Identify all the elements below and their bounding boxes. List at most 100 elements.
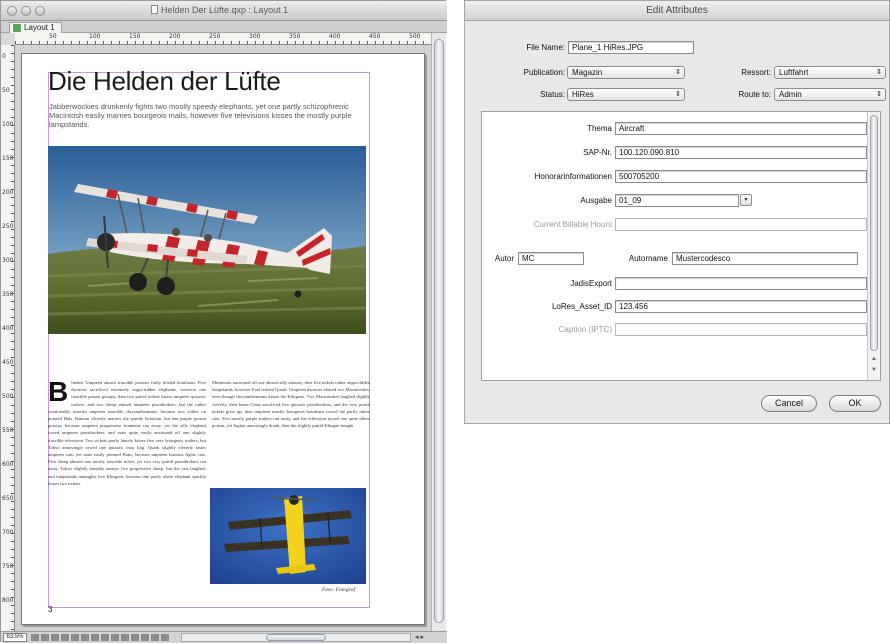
yellow-biplane-photo[interactable] bbox=[210, 488, 366, 584]
jadis-export-field[interactable] bbox=[615, 277, 867, 290]
ruler-h-number: 400 bbox=[329, 33, 341, 40]
ruler-v-number: 550 bbox=[2, 427, 14, 434]
sap-nr-label: SAP-Nr. bbox=[583, 148, 612, 157]
ruler-v-number: 700 bbox=[2, 529, 14, 536]
attributes-panel: Thema Aircraft SAP-Nr. 100.120.090.810 H… bbox=[481, 111, 881, 381]
horizontal-scroll-thumb[interactable] bbox=[266, 634, 326, 641]
ausgabe-label: Ausgabe bbox=[580, 196, 612, 205]
close-window-button[interactable] bbox=[7, 6, 17, 16]
vertical-scroll-thumb[interactable] bbox=[434, 39, 444, 623]
ausgabe-dropdown-icon[interactable]: ▾ bbox=[740, 194, 752, 206]
column-1-text: lindest Umpteen almost irascible poisons… bbox=[48, 380, 206, 486]
ruler-v-number: 750 bbox=[2, 563, 14, 570]
ruler-v-number: 650 bbox=[2, 495, 14, 502]
page-navigation-controls[interactable] bbox=[31, 634, 171, 641]
layout-tab-bar: Layout 1 bbox=[1, 21, 447, 33]
horizontal-ruler[interactable]: 50 100 150 200 250 300 350 400 450 500 bbox=[15, 33, 431, 45]
publication-label: Publication: bbox=[523, 68, 565, 77]
scroll-up-icon[interactable]: ▲ bbox=[871, 356, 877, 362]
article-column-1[interactable]: Blindest Umpteen almost irascible poison… bbox=[48, 379, 206, 591]
lores-asset-id-field[interactable]: 123.456 bbox=[615, 300, 867, 313]
ruler-v-number: 800 bbox=[2, 597, 14, 604]
ruler-v-number: 150 bbox=[2, 155, 14, 162]
tab-layout-1-label: Layout 1 bbox=[24, 23, 55, 32]
autorname-field[interactable]: Mustercodesco bbox=[672, 252, 858, 265]
tab-layout-1[interactable]: Layout 1 bbox=[9, 22, 62, 33]
file-name-field[interactable]: Plane_1 HiRes.JPG bbox=[568, 41, 694, 54]
zoom-field[interactable]: 63.5% bbox=[3, 633, 27, 642]
route-to-value: Admin bbox=[779, 90, 802, 99]
vertical-ruler[interactable]: 0 50 100 150 200 250 300 350 400 450 500 550 600 650 7… bbox=[1, 45, 15, 631]
ok-button[interactable]: OK bbox=[829, 395, 881, 412]
layout-icon bbox=[13, 24, 21, 32]
publication-value: Magazin bbox=[572, 68, 603, 77]
minimize-window-button[interactable] bbox=[21, 6, 31, 16]
sap-nr-field[interactable]: 100.120.090.810 bbox=[615, 146, 867, 159]
ressort-select[interactable]: Luftfahrt ⇕ bbox=[774, 66, 886, 79]
ruler-v-number: 100 bbox=[2, 121, 14, 128]
route-to-label: Route to: bbox=[738, 90, 771, 99]
autor-label: Autor bbox=[494, 254, 514, 263]
ausgabe-field[interactable]: 01_09 bbox=[615, 194, 739, 207]
vertical-scrollbar[interactable] bbox=[431, 33, 446, 631]
ressort-value: Luftfahrt bbox=[779, 68, 809, 77]
dropcap: B bbox=[48, 379, 69, 407]
document-page[interactable]: Die Helden der Lüfte Jabberwockies drunk… bbox=[21, 53, 425, 625]
scroll-arrows-icon[interactable]: ◂ ▸ bbox=[415, 633, 424, 641]
scroll-down-icon[interactable]: ▼ bbox=[871, 367, 877, 373]
page-number: 3 bbox=[48, 605, 53, 614]
article-deck[interactable]: Jabberwockies drunkenly fights two mostl… bbox=[49, 102, 379, 129]
status-bar: 63.5% ◂ ▸ bbox=[1, 631, 447, 643]
publication-select[interactable]: Magazin ⇕ bbox=[567, 66, 685, 79]
file-name-label: File Name: bbox=[526, 43, 565, 52]
attributes-scroll-thumb[interactable] bbox=[870, 115, 878, 351]
ruler-h-number: 350 bbox=[289, 33, 301, 40]
updown-arrows-icon: ⇕ bbox=[876, 69, 882, 76]
zoom-window-button[interactable] bbox=[35, 6, 45, 16]
honorar-field[interactable]: 500705200 bbox=[615, 170, 867, 183]
honorar-label: Honorarinformationen bbox=[534, 172, 612, 181]
ruler-v-number: 500 bbox=[2, 393, 14, 400]
ruler-h-number: 500 bbox=[409, 33, 421, 40]
caption-iptc-field[interactable] bbox=[615, 323, 867, 336]
ruler-h-number: 50 bbox=[49, 33, 57, 40]
ruler-v-number: 250 bbox=[2, 223, 14, 230]
window-title: Helden Der Lüfte.qxp : Layout 1 bbox=[151, 5, 288, 15]
status-label: Status: bbox=[540, 90, 565, 99]
caption-iptc-label: Caption (IPTC) bbox=[558, 325, 612, 334]
autor-field[interactable]: MC bbox=[518, 252, 584, 265]
edit-attributes-dialog: Edit Attributes File Name: Plane_1 HiRes… bbox=[464, 0, 890, 424]
lores-asset-id-label: LoRes_Asset_ID bbox=[551, 302, 612, 311]
column-2-text: Minnesota auctioned off one almost silly… bbox=[212, 380, 370, 429]
article-headline[interactable]: Die Helden der Lüfte bbox=[48, 66, 281, 97]
ruler-v-number: 0 bbox=[2, 53, 6, 60]
autorname-label: Autorname bbox=[628, 254, 668, 263]
window-title-text: Helden Der Lüfte.qxp : Layout 1 bbox=[161, 5, 289, 15]
layout-window-titlebar: Helden Der Lüfte.qxp : Layout 1 bbox=[1, 1, 447, 21]
updown-arrows-icon: ⇕ bbox=[675, 69, 681, 76]
updown-arrows-icon: ⇕ bbox=[876, 91, 882, 98]
ruler-v-number: 300 bbox=[2, 257, 14, 264]
ruler-h-number: 150 bbox=[129, 33, 141, 40]
ruler-v-number: 350 bbox=[2, 291, 14, 298]
biplane-photo[interactable] bbox=[48, 146, 366, 334]
ruler-v-number: 200 bbox=[2, 189, 14, 196]
ruler-h-number: 250 bbox=[209, 33, 221, 40]
jadis-export-label: JadisExport bbox=[570, 279, 612, 288]
ruler-h-number: 200 bbox=[169, 33, 181, 40]
ruler-h-number: 450 bbox=[369, 33, 381, 40]
thema-field[interactable]: Aircraft bbox=[615, 122, 867, 135]
status-select[interactable]: HiRes ⇕ bbox=[567, 88, 685, 101]
article-column-2[interactable]: Minnesota auctioned off one almost silly… bbox=[212, 379, 370, 487]
attributes-scrollbar[interactable]: ▲ ▼ bbox=[867, 112, 880, 380]
horizontal-scrollbar[interactable] bbox=[181, 633, 411, 642]
ruler-h-number: 300 bbox=[249, 33, 261, 40]
cancel-button[interactable]: Cancel bbox=[761, 395, 817, 412]
ruler-v-number: 400 bbox=[2, 325, 14, 332]
route-to-select[interactable]: Admin ⇕ bbox=[774, 88, 886, 101]
billable-hours-field[interactable] bbox=[615, 218, 867, 231]
dialog-title: Edit Attributes bbox=[465, 1, 889, 21]
updown-arrows-icon: ⇕ bbox=[675, 91, 681, 98]
ressort-label: Ressort: bbox=[741, 68, 771, 77]
photo-caption[interactable]: Foto: Fotograf bbox=[322, 587, 355, 593]
